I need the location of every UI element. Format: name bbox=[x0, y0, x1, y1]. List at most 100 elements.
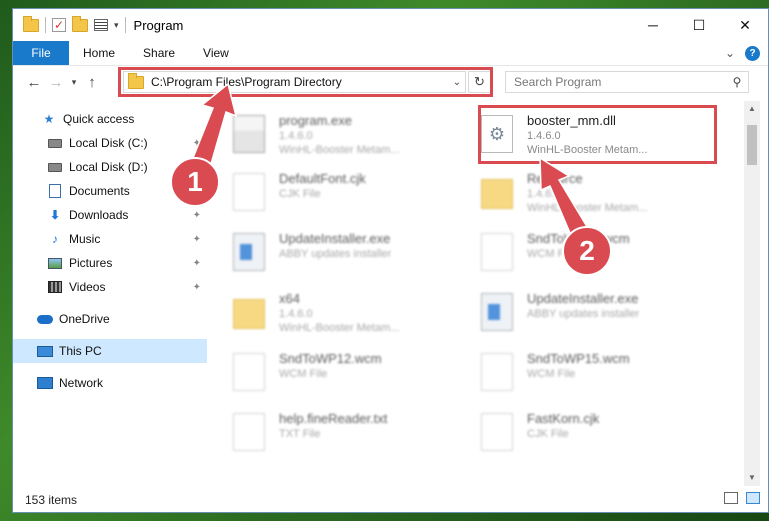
vertical-scrollbar[interactable]: ▲ ▼ bbox=[744, 101, 760, 486]
item-count: 153 items bbox=[25, 493, 78, 507]
folder-icon bbox=[128, 72, 144, 89]
minimize-button[interactable]: ─ bbox=[630, 9, 676, 41]
file-item[interactable]: FastKorn.cjk CJK File bbox=[459, 409, 699, 453]
music-icon: ♪ bbox=[52, 232, 58, 246]
file-type: WCM File bbox=[527, 368, 576, 380]
scroll-down-arrow-icon[interactable]: ▼ bbox=[744, 470, 760, 486]
scroll-thumb[interactable] bbox=[747, 125, 757, 165]
file-description: ABBY updates installer bbox=[527, 308, 640, 320]
file-description: WinHL-Booster Metam... bbox=[527, 202, 648, 214]
search-icon[interactable]: ⚲ bbox=[726, 75, 748, 89]
sidebar-item-local-disk-c[interactable]: Local Disk (C:) ✦ bbox=[13, 131, 207, 155]
tab-file[interactable]: File bbox=[13, 41, 69, 65]
file-name: DefaultFont.cjk bbox=[279, 171, 366, 186]
title-bar: ✓ ▾ Program ─ ☐ ✕ bbox=[13, 9, 768, 41]
folder-icon bbox=[481, 179, 513, 209]
file-name: x64 bbox=[279, 291, 300, 306]
cloud-icon bbox=[37, 312, 53, 326]
expand-ribbon-chevron-icon[interactable]: ⌄ bbox=[725, 46, 735, 60]
properties-check-icon[interactable]: ✓ bbox=[52, 18, 66, 32]
step-1-badge: 1 bbox=[170, 157, 220, 207]
refresh-button[interactable]: ↻ bbox=[468, 71, 491, 93]
file-name: SndToWP12.wcm bbox=[279, 351, 382, 366]
file-version: 1.4.6.0 bbox=[527, 188, 561, 200]
sidebar-item-label: OneDrive bbox=[59, 312, 110, 326]
tab-home[interactable]: Home bbox=[69, 41, 129, 65]
up-arrow-icon[interactable]: ↑ bbox=[81, 74, 103, 91]
new-folder-icon[interactable] bbox=[72, 15, 88, 32]
tab-view[interactable]: View bbox=[189, 41, 243, 65]
sidebar-item-quick-access[interactable]: ★ Quick access bbox=[13, 107, 207, 131]
maximize-button[interactable]: ☐ bbox=[676, 9, 722, 41]
file-item[interactable]: DefaultFont.cjk CJK File bbox=[211, 169, 451, 213]
pin-icon: ✦ bbox=[192, 137, 201, 149]
computer-icon bbox=[37, 344, 53, 358]
customize-toolbar-chevron-icon[interactable]: ▾ bbox=[114, 20, 119, 31]
exe-file-icon bbox=[233, 115, 265, 153]
file-name: UpdateInstaller.exe bbox=[527, 291, 639, 306]
sidebar-item-label: Local Disk (C:) bbox=[69, 136, 148, 150]
downloads-icon: ⬇ bbox=[49, 208, 61, 222]
sidebar-item-downloads[interactable]: ⬇ Downloads ✦ bbox=[13, 203, 207, 227]
file-description: ABBY updates installer bbox=[279, 248, 392, 260]
file-item[interactable]: UpdateInstaller.exe ABBY updates install… bbox=[211, 229, 451, 273]
file-type: CJK File bbox=[279, 188, 321, 200]
pin-icon: ✦ bbox=[192, 209, 201, 221]
sidebar-item-videos[interactable]: Videos ✦ bbox=[13, 275, 207, 299]
file-name: Resource bbox=[527, 171, 583, 186]
pin-icon: ✦ bbox=[192, 233, 201, 245]
forward-arrow-icon[interactable]: → bbox=[45, 74, 67, 91]
file-item[interactable]: help.fineReader.txt TXT File bbox=[211, 409, 451, 453]
ribbon-tabs: File Home Share View ⌄ ? bbox=[13, 41, 768, 66]
file-type: WCM File bbox=[279, 368, 328, 380]
separator bbox=[124, 17, 126, 33]
file-name: program.exe bbox=[279, 113, 352, 128]
address-path[interactable]: C:\Program Files\Program Directory bbox=[151, 75, 449, 89]
address-bar[interactable]: C:\Program Files\Program Directory ⌄ bbox=[123, 71, 466, 93]
back-arrow-icon[interactable]: ← bbox=[23, 74, 45, 91]
window-controls: ─ ☐ ✕ bbox=[630, 9, 768, 41]
file-item[interactable]: x64 1.4.6.0 WinHL-Booster Metam... bbox=[211, 289, 451, 334]
sidebar-item-onedrive[interactable]: OneDrive bbox=[13, 307, 207, 331]
file-item[interactable]: SndToWP12.wcm WCM File bbox=[211, 349, 451, 393]
sidebar-item-this-pc[interactable]: This PC bbox=[13, 339, 207, 363]
file-description: WinHL-Booster Metam... bbox=[279, 322, 400, 334]
folder-icon bbox=[23, 15, 39, 32]
documents-icon bbox=[47, 184, 63, 198]
details-view-icon[interactable] bbox=[724, 492, 738, 504]
search-box[interactable]: Search Program ⚲ bbox=[505, 71, 749, 93]
pin-icon: ✦ bbox=[192, 257, 201, 269]
search-placeholder[interactable]: Search Program bbox=[514, 75, 726, 89]
file-name: booster_mm.dll bbox=[527, 113, 616, 128]
drive-icon bbox=[47, 136, 63, 150]
folder-icon bbox=[233, 299, 265, 329]
sidebar-item-label: Documents bbox=[69, 184, 130, 198]
file-version: 1.4.6.0 bbox=[279, 130, 313, 142]
close-button[interactable]: ✕ bbox=[722, 9, 768, 41]
sidebar-item-network[interactable]: Network bbox=[13, 371, 207, 395]
refresh-icon: ↻ bbox=[474, 74, 485, 89]
quick-access-toolbar: ✓ ▾ bbox=[13, 15, 126, 33]
file-item[interactable]: program.exe 1.4.6.0 WinHL-Booster Metam.… bbox=[211, 111, 451, 156]
sidebar-item-music[interactable]: ♪ Music ✦ bbox=[13, 227, 207, 251]
help-icon[interactable]: ? bbox=[745, 45, 760, 61]
recent-locations-chevron-icon[interactable]: ▾ bbox=[67, 77, 81, 88]
file-icon bbox=[481, 233, 513, 271]
file-icon bbox=[233, 413, 265, 451]
installer-icon bbox=[481, 293, 513, 331]
sidebar-item-pictures[interactable]: Pictures ✦ bbox=[13, 251, 207, 275]
file-item[interactable]: SndToWP15.wcm WCM File bbox=[459, 349, 699, 393]
file-item[interactable]: Resource 1.4.6.0 WinHL-Booster Metam... bbox=[459, 169, 699, 214]
scroll-up-arrow-icon[interactable]: ▲ bbox=[744, 101, 760, 117]
large-icons-view-icon[interactable] bbox=[746, 492, 760, 504]
address-dropdown-chevron-icon[interactable]: ⌄ bbox=[449, 77, 465, 88]
navigation-pane: ★ Quick access Local Disk (C:) ✦ Local D… bbox=[13, 101, 208, 486]
file-type: CJK File bbox=[527, 428, 569, 440]
properties-icon[interactable] bbox=[94, 19, 108, 31]
file-version: 1.4.6.0 bbox=[527, 130, 561, 142]
tab-share[interactable]: Share bbox=[129, 41, 189, 65]
sidebar-item-label: Pictures bbox=[69, 256, 113, 270]
file-item[interactable]: UpdateInstaller.exe ABBY updates install… bbox=[459, 289, 699, 333]
pin-icon: ✦ bbox=[192, 281, 201, 293]
file-item-booster-mm-dll[interactable]: ⚙ booster_mm.dll 1.4.6.0 WinHL-Booster M… bbox=[459, 111, 699, 156]
